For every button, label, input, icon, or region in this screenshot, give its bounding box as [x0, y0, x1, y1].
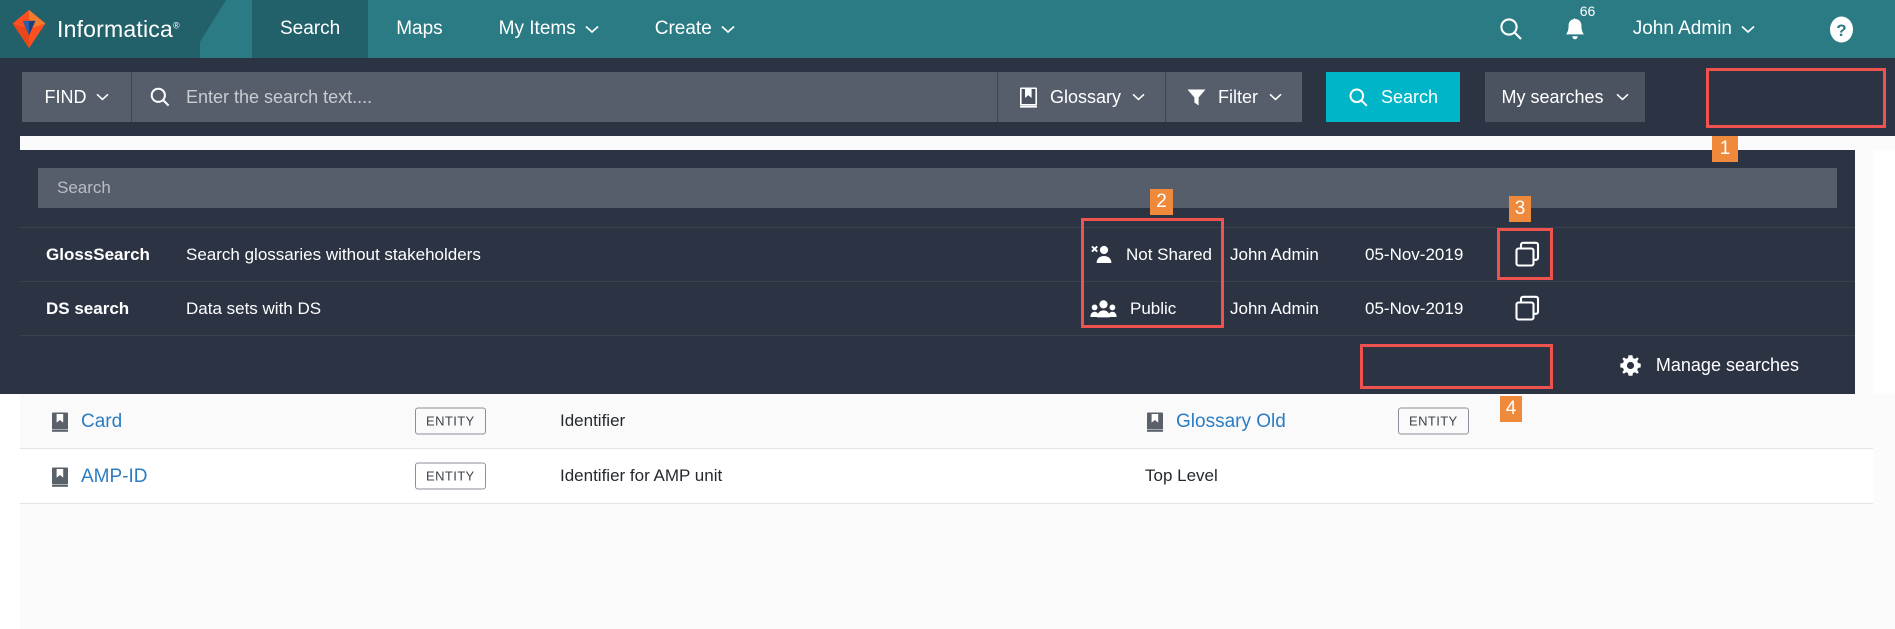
result-glossary-type-badge: ENTITY: [1398, 407, 1469, 435]
result-glossary-link[interactable]: Glossary Old: [1176, 411, 1286, 433]
result-description: Identifier: [560, 411, 626, 430]
primary-nav-items: Search Maps My Items Create: [252, 0, 763, 58]
search-toolbar: FIND Enter the search text.... Glossary …: [0, 58, 1895, 136]
notifications-button[interactable]: 66: [1543, 0, 1607, 58]
left-rail-white-filler: [0, 394, 20, 629]
result-glossary-label: Top Level: [1145, 466, 1218, 485]
find-dropdown-button[interactable]: FIND: [22, 72, 132, 122]
my-searches-dropdown-panel: GlossSearch Search glossaries without st…: [20, 150, 1855, 394]
search-icon: [149, 86, 171, 108]
saved-search-name: GlossSearch: [46, 244, 150, 264]
result-row[interactable]: Card ENTITY Identifier Glossary Old ENTI…: [20, 394, 1873, 449]
funnel-icon: [1186, 87, 1207, 108]
nav-item-maps[interactable]: Maps: [368, 0, 470, 58]
book-icon: [1018, 86, 1039, 109]
people-public-icon: [1090, 299, 1117, 319]
glossary-label: Glossary: [1050, 86, 1122, 107]
user-account-menu[interactable]: John Admin: [1607, 18, 1773, 40]
filter-label: Filter: [1218, 86, 1259, 107]
book-icon: [50, 411, 70, 433]
nav-item-create[interactable]: Create: [627, 0, 763, 58]
result-name-cell[interactable]: Card: [50, 394, 122, 449]
nav-right-actions: 66 John Admin ?: [1479, 0, 1895, 58]
result-name-cell[interactable]: AMP-ID: [50, 449, 148, 504]
chevron-down-icon: [1615, 93, 1629, 101]
search-submit-label: Search: [1380, 86, 1439, 107]
chevron-down-icon: [585, 25, 599, 34]
nav-item-label: My Items: [498, 18, 576, 39]
saved-search-row[interactable]: DS search Data sets with DS Public John …: [20, 281, 1855, 335]
saved-search-description: Data sets with DS: [186, 298, 322, 318]
svg-text:?: ?: [1836, 21, 1846, 40]
gear-icon: [1619, 354, 1642, 377]
result-name-link[interactable]: Card: [81, 411, 122, 433]
global-search-button[interactable]: [1479, 0, 1543, 58]
notification-count-badge: 66: [1579, 3, 1596, 19]
copy-icon: [1514, 295, 1541, 322]
my-searches-label: My searches: [1501, 86, 1604, 107]
search-results-list: Card ENTITY Identifier Glossary Old ENTI…: [20, 394, 1895, 504]
saved-search-row[interactable]: GlossSearch Search glossaries without st…: [20, 227, 1855, 281]
manage-searches-button[interactable]: Manage searches: [1601, 345, 1817, 386]
result-type-badge: ENTITY: [415, 462, 486, 490]
my-searches-button[interactable]: My searches: [1485, 72, 1646, 122]
search-input-container[interactable]: [132, 72, 997, 122]
chevron-down-icon: [1741, 25, 1755, 34]
top-navigation-bar: Informatica® Search Maps My Items Create: [0, 0, 1895, 58]
saved-search-name: DS search: [46, 298, 130, 318]
copy-search-button[interactable]: [1505, 295, 1549, 322]
search-input[interactable]: [186, 86, 997, 108]
user-name-label: John Admin: [1632, 18, 1732, 39]
nav-item-label: Create: [654, 18, 712, 39]
result-type-badge: ENTITY: [415, 407, 486, 435]
brand-name: Informatica®: [57, 15, 180, 42]
saved-search-date: 05-Nov-2019: [1365, 244, 1464, 264]
application-window: Informatica® Search Maps My Items Create: [0, 0, 1895, 629]
result-glossary-cell[interactable]: Glossary Old: [1145, 394, 1286, 449]
sharing-status-label: Public: [1130, 298, 1177, 318]
saved-search-description: Search glossaries without stakeholders: [186, 244, 481, 264]
glossary-filter-dropdown[interactable]: Glossary: [997, 72, 1166, 122]
chevron-down-icon: [95, 93, 109, 101]
dropdown-footer: Manage searches: [20, 335, 1855, 394]
chevron-down-icon: [1269, 93, 1282, 101]
manage-searches-label: Manage searches: [1655, 354, 1799, 375]
book-icon: [50, 466, 70, 488]
filter-dropdown[interactable]: Filter: [1165, 72, 1303, 122]
chevron-down-icon: [721, 25, 735, 34]
copy-icon: [1514, 241, 1541, 268]
nav-item-my-items[interactable]: My Items: [471, 0, 627, 58]
brand-logo-block[interactable]: Informatica®: [0, 0, 200, 58]
book-icon: [1145, 411, 1165, 433]
search-icon: [1348, 87, 1369, 108]
saved-search-filter-field[interactable]: [38, 168, 1837, 208]
saved-search-date: 05-Nov-2019: [1365, 298, 1464, 318]
result-description: Identifier for AMP unit: [560, 466, 723, 485]
result-row[interactable]: AMP-ID ENTITY Identifier for AMP unit To…: [20, 449, 1873, 504]
help-button[interactable]: ?: [1809, 0, 1873, 58]
person-not-shared-icon: [1090, 244, 1113, 265]
nav-item-search[interactable]: Search: [252, 0, 369, 58]
left-rail-filler: [0, 136, 20, 436]
nav-item-label: Maps: [396, 18, 443, 39]
nav-item-label: Search: [280, 18, 341, 39]
chevron-down-icon: [1132, 93, 1145, 101]
result-name-link[interactable]: AMP-ID: [81, 466, 148, 488]
informatica-logo-icon: [10, 9, 48, 49]
copy-search-button[interactable]: [1505, 241, 1549, 268]
search-submit-button[interactable]: Search: [1326, 72, 1461, 122]
right-rail-white-filler: [1873, 150, 1895, 394]
saved-search-filter-input[interactable]: [57, 178, 1837, 198]
find-label: FIND: [44, 86, 87, 107]
sharing-status-label: Not Shared: [1126, 244, 1212, 264]
